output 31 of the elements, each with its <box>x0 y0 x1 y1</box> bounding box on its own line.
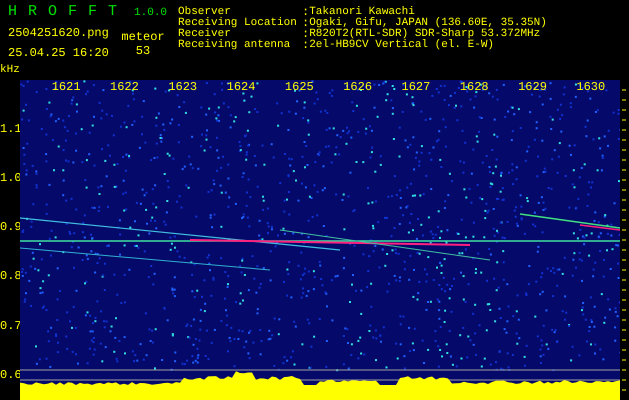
axis-label: 1624 <box>226 80 256 94</box>
axis-unit: kHz <box>0 65 20 78</box>
meteor-count: 53 <box>136 46 150 57</box>
axis-label: 1628 <box>460 80 489 94</box>
timestamp: 25.04.25 16:20 <box>8 48 110 59</box>
station-label: Receiving antenna <box>178 40 292 51</box>
axis-label: 0.7 <box>0 320 22 332</box>
station-value: R820T2(RTL-SDR) SDR-Sharp 53.372MHz <box>309 29 540 40</box>
separator: : <box>302 18 310 29</box>
separator: : <box>302 29 310 40</box>
meteor-label: meteor <box>121 32 165 43</box>
separator: : <box>302 40 310 51</box>
app-version: 1.0.0 <box>134 8 168 19</box>
app-name: H R O F F T <box>8 4 118 20</box>
separator: : <box>302 7 310 18</box>
axis-label: 1.1 <box>0 124 22 135</box>
axis-label: 1625 <box>284 80 314 94</box>
station-label: Receiving Location <box>178 18 298 29</box>
axis-label: 1626 <box>343 80 372 94</box>
file-name: 2504251620.png <box>8 28 110 39</box>
axis-label: 1623 <box>168 80 198 94</box>
station-value: Takanori Kawachi <box>309 7 415 18</box>
axis-label: 1627 <box>402 80 430 94</box>
station-label: Observer <box>178 7 231 18</box>
axis-label: 1629 <box>518 80 547 94</box>
station-label: Receiver <box>178 29 231 40</box>
axis-label: 1621 <box>52 80 81 94</box>
station-value: 2el-HB9CV Vertical (el. E-W) <box>309 40 494 51</box>
station-value: Ogaki, Gifu, JAPAN (136.60E, 35.35N) <box>309 18 547 29</box>
axis-label: 1622 <box>110 80 139 94</box>
axis-label: 1630 <box>576 80 606 94</box>
